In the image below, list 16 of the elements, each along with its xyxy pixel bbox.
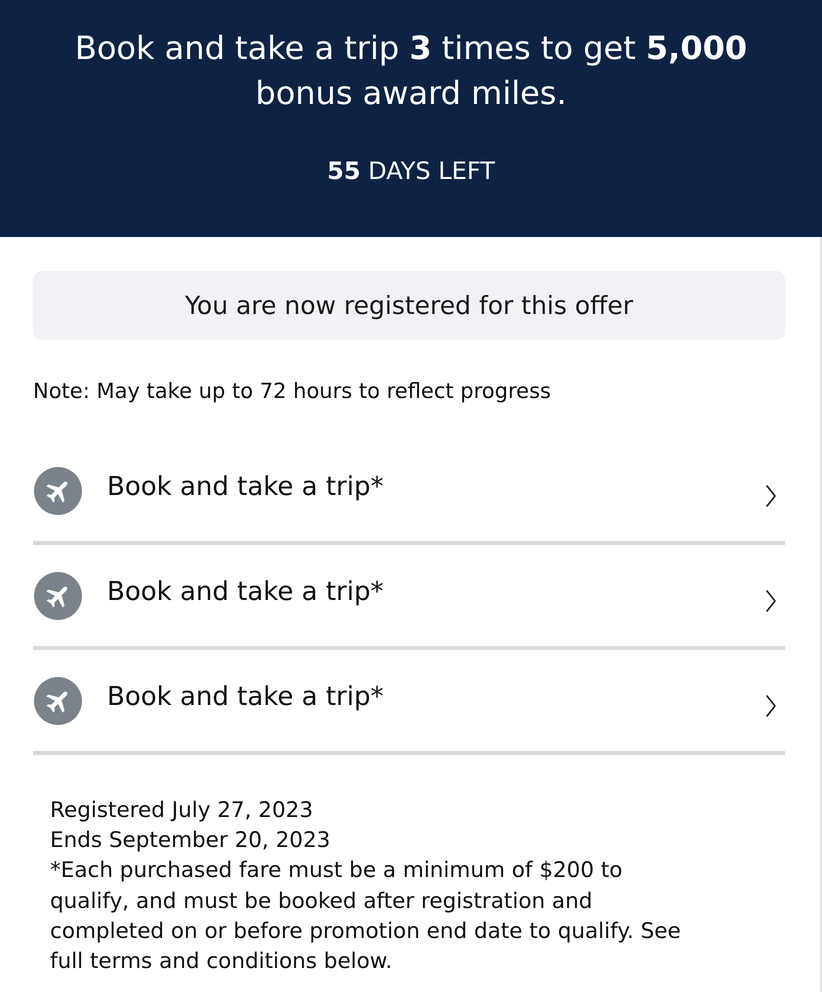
- airplane-icon: [34, 466, 82, 514]
- chevron-right-icon: [765, 484, 777, 508]
- days-left-label: 55 DAYS LEFT: [327, 156, 495, 186]
- offer-headline: Book and take a trip 3 times to get 5,000 bonus award miles.: [74, 28, 748, 114]
- registered-date: Registered July 27, 2023: [50, 797, 314, 825]
- chevron-right-icon: [765, 694, 777, 718]
- airplane-icon: [34, 676, 82, 724]
- chevron-right-icon: [765, 588, 777, 612]
- task-row-button[interactable]: Book and take a trip*: [33, 650, 785, 751]
- airplane-icon: [34, 572, 82, 620]
- progress-note: Note: May take up to 72 hours to reflect progress: [33, 378, 552, 405]
- task-row-button[interactable]: Book and take a trip*: [33, 440, 785, 541]
- terms-text: *Each purchased fare must be a minimum of $200 to qualify, and must be booked after registration and completed on or before promotion end date to qualify. See full terms and conditions below.: [50, 857, 682, 976]
- end-date: Ends September 20, 2023: [50, 827, 332, 856]
- task-row-button[interactable]: Book and take a trip*: [33, 545, 785, 646]
- registration-status-message: You are now registered for this offer: [33, 271, 785, 340]
